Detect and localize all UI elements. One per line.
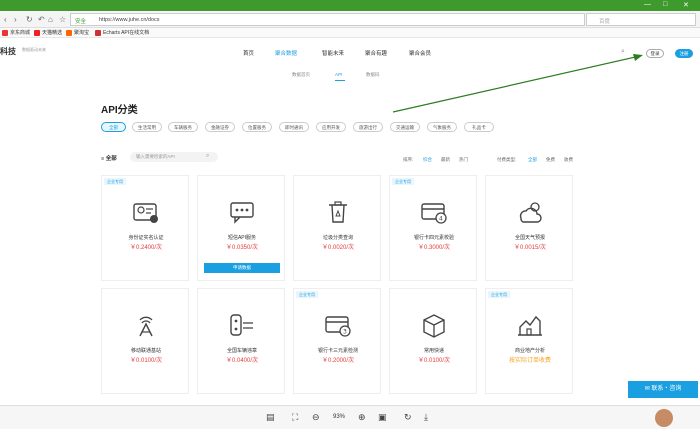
zoom-level: 93% <box>333 414 346 420</box>
tower-icon <box>139 316 153 337</box>
rotate-icon[interactable]: ↻ <box>404 412 412 423</box>
bank-card-icon: 3 <box>325 316 351 337</box>
api-card[interactable]: 企业专用 4 银行卡四元素校验 ￥0.3000/次 <box>389 175 477 281</box>
page-title: API分类 <box>101 105 138 116</box>
card-name: 银行卡三元素检测 <box>317 348 358 354</box>
api-card[interactable]: 企业专用 身份证实名认证 ￥0.2400/次 <box>101 175 189 281</box>
contact-button[interactable]: ✉ 联系・咨询 <box>628 381 698 398</box>
zoom-out-icon[interactable]: ⊖ <box>312 412 320 423</box>
download-icon[interactable]: ⤓ <box>424 412 428 423</box>
enterprise-tag: 企业专用 <box>296 291 318 298</box>
search-icon[interactable]: ⌕ <box>206 153 209 160</box>
enterprise-tag: 企业专用 <box>392 178 414 185</box>
chart-icon <box>518 315 542 336</box>
card-price: ￥0.2000/次 <box>321 358 355 364</box>
weather-icon <box>519 202 542 223</box>
card-price: ￥0.0100/次 <box>417 358 451 364</box>
pay-type-paid[interactable]: 收费 <box>564 157 573 163</box>
bank-card-icon: 4 <box>421 203 447 224</box>
category-weather[interactable]: 气象服务 <box>427 122 457 132</box>
api-card[interactable]: 移动联通基站 ￥0.0100/次 <box>101 288 189 394</box>
viewer-toolbar: ▤ ⛶ ⊖ 93% ⊕ ▣ ↻ ⤓ <box>0 405 700 429</box>
apply-data-button[interactable]: 申请数据 <box>204 263 280 273</box>
card-name: 全国车辆违章 <box>226 348 257 354</box>
card-price: ￥0.0020/次 <box>321 245 355 251</box>
card-name: 垃圾分类查询 <box>322 235 353 241</box>
car-icon <box>230 314 253 336</box>
api-card[interactable]: 企业专用 3 银行卡三元素检测 ￥0.2000/次 <box>293 288 381 394</box>
api-card[interactable]: 常用快递 ￥0.0100/次 <box>389 288 477 394</box>
enterprise-tag: 企业专用 <box>104 178 126 185</box>
card-name: 移动联通基站 <box>130 348 161 354</box>
svg-text:4: 4 <box>439 216 443 223</box>
api-search-placeholder: 输入需要检索的API <box>136 154 175 159</box>
category-finance[interactable]: 金融证券 <box>205 122 235 132</box>
api-search-input[interactable]: 输入需要检索的API ⌕ <box>130 152 218 162</box>
category-all[interactable]: 全部 <box>101 122 126 132</box>
category-appdev[interactable]: 应用开发 <box>316 122 346 132</box>
enterprise-tag: 企业专用 <box>488 291 510 298</box>
pay-type-free[interactable]: 免费 <box>546 157 555 163</box>
avatar[interactable] <box>655 409 673 427</box>
category-giftcard[interactable]: 礼品卡 <box>464 122 494 132</box>
filter-all-label[interactable]: ≡ 全部 <box>101 154 117 162</box>
svg-text:3: 3 <box>343 329 347 336</box>
message-icon <box>230 202 254 224</box>
id-card-icon <box>133 203 158 223</box>
category-im[interactable]: 即时通讯 <box>279 122 309 132</box>
api-card[interactable]: 短信API服务 ￥0.0350/次 申请数据 <box>197 175 285 281</box>
card-name: 商业地产分析 <box>514 348 545 354</box>
card-name: 银行卡四元素校验 <box>413 235 454 241</box>
card-name: 常用快递 <box>423 348 444 354</box>
card-name: 短信API服务 <box>227 235 257 241</box>
api-card[interactable]: 全国天气预报 ￥0.0015/次 <box>485 175 573 281</box>
zoom-in-icon[interactable]: ⊕ <box>358 412 366 423</box>
card-name: 身份证实名认证 <box>128 235 164 241</box>
fit-screen-icon[interactable]: ⛶ <box>292 412 298 423</box>
api-card[interactable]: 全国车辆违章 ￥0.0400/次 <box>197 288 285 394</box>
card-price: 按实际订单收费 <box>508 358 551 364</box>
pay-type-label: 付费类型: <box>497 157 517 162</box>
api-card[interactable]: 企业专用 商业地产分析 按实际订单收费 <box>485 288 573 394</box>
sort-composite[interactable]: 综合 <box>423 157 432 163</box>
card-price: ￥0.3000/次 <box>417 245 451 251</box>
category-location[interactable]: 位置服务 <box>242 122 272 132</box>
card-price: ￥0.0015/次 <box>513 245 547 251</box>
api-card[interactable]: 垃圾分类查询 ￥0.0020/次 <box>293 175 381 281</box>
sort-label: 排序: <box>403 157 414 162</box>
actual-size-icon[interactable]: ▣ <box>378 412 387 423</box>
pay-type-all[interactable]: 全部 <box>528 157 537 163</box>
trash-icon <box>329 201 347 223</box>
sort-hot[interactable]: 热门 <box>459 157 468 163</box>
layout-icon[interactable]: ▤ <box>266 412 275 423</box>
category-transport[interactable]: 交通运输 <box>390 122 420 132</box>
category-life[interactable]: 生活常用 <box>132 122 162 132</box>
sort-newest[interactable]: 最新 <box>441 157 450 163</box>
category-travel[interactable]: 旅游出行 <box>353 122 383 132</box>
card-price: ￥0.0400/次 <box>225 358 259 364</box>
package-icon <box>423 314 445 338</box>
card-price: ￥0.0350/次 <box>225 245 259 251</box>
card-price: ￥0.2400/次 <box>129 245 163 251</box>
category-vehicle[interactable]: 车辆服务 <box>168 122 198 132</box>
card-price: ￥0.0100/次 <box>129 358 163 364</box>
card-name: 全国天气预报 <box>514 235 545 241</box>
